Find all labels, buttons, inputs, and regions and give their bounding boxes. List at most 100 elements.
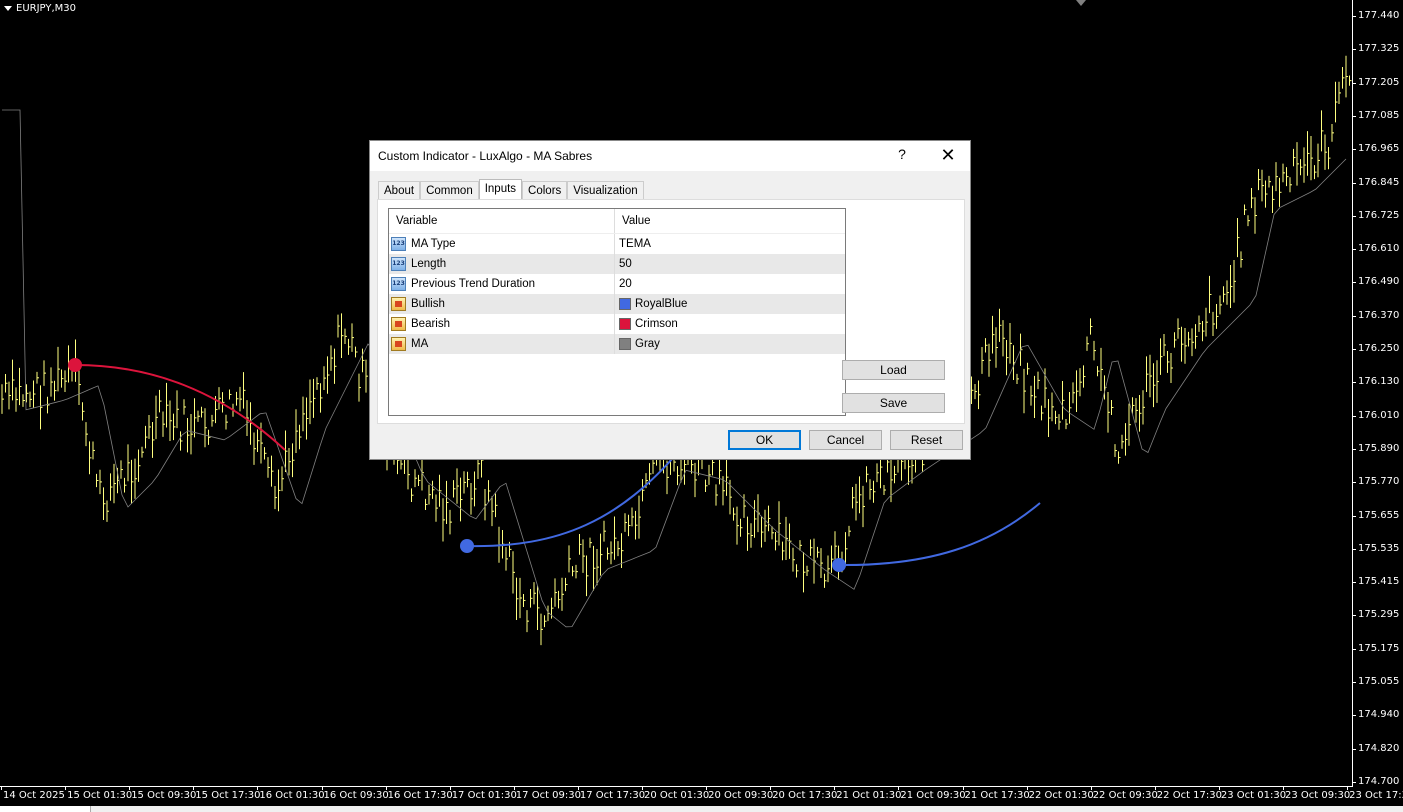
time-axis-label: 16 Oct 09:30	[323, 790, 389, 801]
input-row[interactable]: 123 Length 50	[389, 254, 845, 274]
time-axis	[0, 786, 1353, 787]
input-row[interactable]: 123 Previous Trend Duration 20	[389, 274, 845, 294]
variable-name: Bullish	[411, 298, 445, 310]
price-axis-tick	[1352, 115, 1356, 117]
price-axis-tick	[1352, 415, 1356, 417]
bullish-signal-dot	[460, 539, 474, 553]
price-axis-label: 176.010	[1358, 409, 1400, 421]
grid-header: Variable Value	[389, 209, 845, 234]
time-axis-label: 21 Oct 09:30	[900, 790, 966, 801]
symbol-label[interactable]: EURJPY,M30	[4, 3, 76, 14]
price-axis-label: 174.700	[1358, 776, 1400, 787]
time-axis-tick	[385, 786, 387, 790]
reset-button[interactable]: Reset	[890, 430, 963, 450]
price-axis-tick	[1352, 782, 1356, 783]
time-axis-label: 23 Oct 17:30	[1349, 790, 1403, 801]
tab-about[interactable]: About	[378, 181, 421, 200]
time-axis-label: 22 Oct 01:30	[1028, 790, 1094, 801]
time-axis-label: 20 Oct 01:30	[644, 790, 710, 801]
time-axis-tick	[1, 786, 2, 790]
time-axis-tick	[898, 786, 900, 790]
price-axis-label: 175.415	[1358, 576, 1400, 588]
tab-common[interactable]: Common	[420, 181, 479, 200]
price-axis-label: 175.655	[1358, 509, 1400, 521]
price-axis-tick	[1352, 49, 1356, 51]
time-axis-label: 15 Oct 01:30	[67, 790, 133, 801]
color-param-icon	[391, 317, 406, 331]
time-axis-tick	[1283, 786, 1284, 790]
price-axis-label: 176.370	[1358, 309, 1400, 321]
column-header-variable[interactable]: Variable	[389, 209, 615, 233]
bearish-signal-dot	[68, 358, 82, 372]
save-button[interactable]: Save	[842, 393, 945, 413]
price-axis-label: 175.535	[1358, 542, 1400, 554]
time-axis-tick	[65, 786, 67, 790]
time-axis-label: 20 Oct 17:30	[772, 790, 838, 801]
price-axis-label: 177.085	[1358, 109, 1400, 121]
variable-cell: 123 Length	[389, 254, 615, 274]
cancel-button[interactable]: Cancel	[809, 430, 882, 450]
value-cell[interactable]: RoyalBlue	[615, 294, 845, 314]
value-cell[interactable]: Crimson	[615, 314, 845, 334]
variable-value: Crimson	[635, 318, 678, 330]
tab-inputs[interactable]: Inputs	[478, 179, 523, 200]
price-axis-tick	[1352, 482, 1356, 484]
time-axis-tick	[1026, 786, 1028, 790]
time-axis-tick	[1090, 786, 1092, 790]
color-swatch[interactable]	[619, 318, 631, 330]
price-axis-label: 176.965	[1358, 143, 1400, 155]
time-axis-label: 17 Oct 09:30	[515, 790, 581, 801]
variable-name: Bearish	[411, 318, 450, 330]
value-cell[interactable]: 20	[615, 274, 845, 294]
load-button[interactable]: Load	[842, 360, 945, 380]
price-axis-tick	[1352, 282, 1356, 284]
color-param-icon	[391, 297, 406, 311]
color-swatch[interactable]	[619, 298, 631, 310]
time-axis-label: 15 Oct 09:30	[131, 790, 197, 801]
tab-colors[interactable]: Colors	[522, 181, 568, 200]
time-axis-label: 16 Oct 17:30	[387, 790, 453, 801]
price-axis-tick	[1352, 615, 1356, 617]
variable-name: Length	[411, 258, 447, 270]
value-cell[interactable]: Gray	[615, 334, 845, 354]
help-icon[interactable]: ?	[892, 146, 912, 162]
dialog-titlebar[interactable]: Custom Indicator - LuxAlgo - MA Sabres ?…	[370, 141, 970, 171]
time-axis-label: 15 Oct 17:30	[195, 790, 261, 801]
price-axis-tick	[1352, 149, 1356, 151]
time-axis-label: 16 Oct 01:30	[259, 790, 325, 801]
input-row[interactable]: MA Gray	[389, 334, 845, 354]
variable-cell: MA	[389, 334, 615, 354]
time-axis-tick	[770, 786, 772, 790]
time-axis-tick	[257, 786, 259, 790]
variable-value: RoyalBlue	[635, 298, 688, 310]
time-axis-tick	[193, 786, 195, 790]
price-axis-tick	[1352, 515, 1356, 517]
input-row[interactable]: 123 MA Type TEMA	[389, 234, 845, 254]
number-param-icon: 123	[391, 237, 406, 251]
status-strip	[0, 806, 1403, 812]
time-axis-label: 22 Oct 17:30	[1156, 790, 1222, 801]
value-cell[interactable]: 50	[615, 254, 845, 274]
tab-visualization[interactable]: Visualization	[567, 181, 644, 200]
time-axis-tick	[1347, 786, 1349, 790]
price-axis-tick	[1352, 748, 1356, 750]
dropdown-icon[interactable]	[4, 6, 12, 11]
bullish-signal-dot	[832, 558, 846, 572]
time-axis-tick	[513, 786, 515, 790]
price-axis-label: 177.325	[1358, 43, 1400, 55]
value-cell[interactable]: TEMA	[615, 234, 845, 254]
price-axis-label: 175.770	[1358, 476, 1400, 488]
price-axis-label: 176.610	[1358, 243, 1400, 255]
time-axis-tick	[706, 786, 708, 790]
time-axis-label: 23 Oct 01:30	[1220, 790, 1287, 801]
column-header-value[interactable]: Value	[615, 209, 845, 233]
price-axis-label: 177.205	[1358, 76, 1400, 88]
time-axis-label: 14 Oct 2025	[3, 790, 65, 801]
color-swatch[interactable]	[619, 338, 631, 350]
variable-value: 20	[619, 278, 632, 290]
close-icon[interactable]: ✕	[938, 146, 958, 164]
input-row[interactable]: Bearish Crimson	[389, 314, 845, 334]
ok-button[interactable]: OK	[728, 430, 801, 450]
input-row[interactable]: Bullish RoyalBlue	[389, 294, 845, 314]
color-param-icon	[391, 337, 406, 351]
